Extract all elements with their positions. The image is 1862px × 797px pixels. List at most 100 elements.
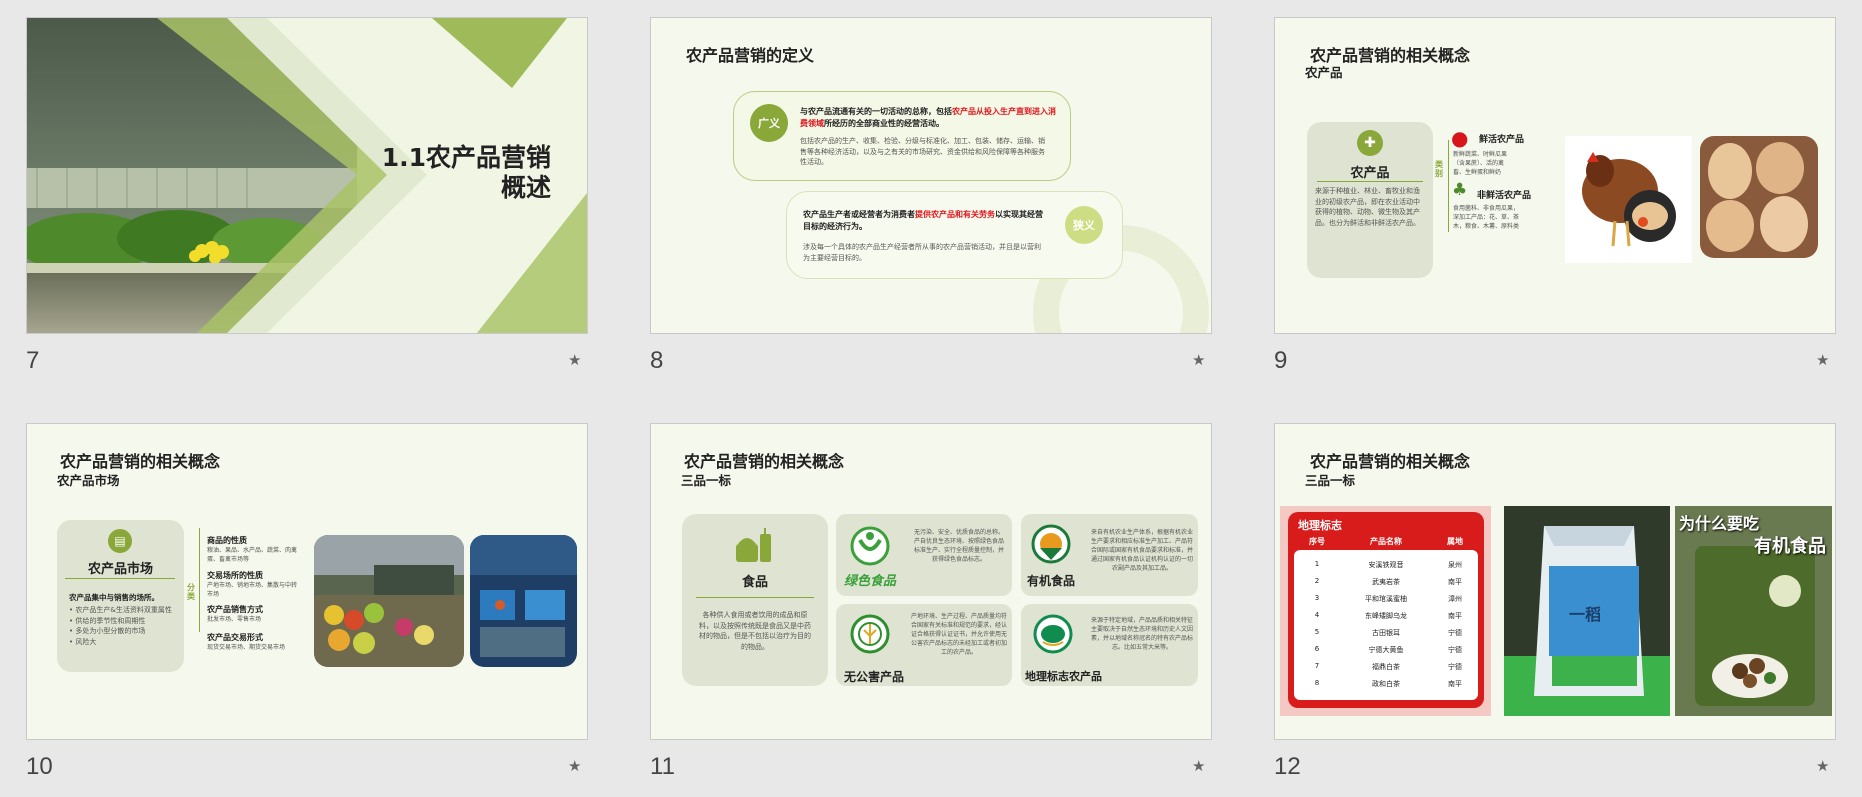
pollution-free-card: 无公害产品 产地环境、生产过程、产品质量均符合国家有关标准和规范的要求，经认证合…	[836, 604, 1012, 686]
product-card-text: 来源于种植业、林业、畜牧业和渔业的初级农产品，即在农业活动中获得的植物、动物、微…	[1315, 187, 1420, 227]
market-categories: 商品的性质 粮油、果品、水产品、蔬菜、肉禽蛋、畜禽市场等 交易场所的性质 产地市场、…	[207, 535, 302, 652]
star-icon[interactable]: ★	[1192, 351, 1205, 369]
apple-icon: ●	[1451, 126, 1469, 150]
table-row: 5 古田银耳 宁德	[1314, 628, 1462, 637]
seafood-photo	[470, 535, 577, 667]
market-bullets: • 农产品生产&生活资料双重属性 • 供给的季节性和周期性 • 多处为小型分散的…	[69, 605, 179, 647]
star-icon[interactable]: ★	[1816, 351, 1829, 369]
slide-number: 9	[1274, 347, 1288, 374]
bullet-item: • 风险大	[69, 637, 97, 646]
bracket	[199, 528, 200, 632]
narrow-lead-red: 提供农产品和有关劳务	[915, 210, 995, 219]
green-food-card: 绿色食品 无污染、安全、优质食品的总称。产自优良生态环境、按照绿色食品标准生产、…	[836, 514, 1012, 596]
category-label: 分类	[187, 583, 195, 601]
geo-text: 来源于特定地域，产品品质和相关特征主要取决于自然生态环境和历史人文因素，并以地域…	[1091, 617, 1194, 651]
slide-number: 10	[26, 753, 53, 780]
organic-logo-icon	[1031, 524, 1071, 564]
slide-canvas[interactable]: 农产品营销的相关概念 三品一标 地理标志 序号 产品名称 属地 1 安溪铁观音 泉州…	[1274, 423, 1836, 740]
green-food-logo-icon	[850, 526, 890, 566]
pollution-free-text: 产地环境、生产过程、产品质量均符合国家有关标准和规范的要求，经认证合格获得认证证…	[910, 613, 1007, 656]
slide-title: 农产品营销的相关概念	[1310, 452, 1471, 471]
slide-canvas[interactable]: 1.1农产品营销 概述	[26, 17, 588, 334]
slide-subtitle: 三品一标	[1305, 473, 1356, 488]
market-photo	[314, 535, 464, 667]
broad-detail: 包括农产品的生产、收集、检验、分级与标准化、加工、包装、储存、运输、销售等各种经…	[800, 137, 1045, 166]
category-item: 农产品交易形式 现货交易市场、期货交易市场	[207, 633, 286, 651]
slide-title: 农产品营销的相关概念	[60, 452, 221, 471]
market-card-lead: 农产品集中与销售的场所。	[69, 593, 159, 602]
divider	[65, 578, 175, 579]
broad-badge: 广义	[750, 104, 788, 142]
plus-icon: ✚	[1357, 130, 1383, 156]
food-text: 各种供人食用或者饮用的成品和原料，以及按照传统既是食品又是中药材的物品，但是不包…	[699, 611, 811, 651]
star-icon[interactable]: ★	[568, 351, 581, 369]
product-card-title: 农产品	[1350, 166, 1390, 181]
food-label: 食品	[741, 575, 768, 590]
geographic-indication-card: 地理标志农产品 来源于特定地域，产品品质和相关特征主要取决于自然生态环境和历史人…	[1021, 604, 1198, 686]
category-label: 类别	[1435, 160, 1443, 178]
table-row: 6 宁德大黄鱼 宁德	[1314, 645, 1462, 654]
slide-subtitle: 三品一标	[681, 473, 732, 488]
rice-brand-text: 一稻	[1569, 605, 1602, 624]
bullet-item: • 农产品生产&生活资料双重属性	[69, 606, 172, 614]
narrow-badge: 狭义	[1065, 206, 1103, 244]
slide-subtitle: 农产品	[1305, 65, 1343, 80]
divider	[696, 597, 814, 598]
narrow-definition-box: 农产品生产者或经营者为消费者提供农产品和有关劳务以实现其经营目标的经济行为。 涉…	[786, 191, 1123, 279]
slide-subtitle: 农产品市场	[57, 473, 120, 488]
star-icon[interactable]: ★	[1816, 757, 1829, 775]
broad-lead-2: 所经历的全部商业性的经营活动。	[824, 118, 944, 128]
table-row: 8 政和白茶 南平	[1314, 679, 1462, 688]
table-row: 4 东峰矮脚乌龙 南平	[1314, 611, 1462, 620]
green-food-label: 绿色食品	[844, 574, 897, 589]
slide-title: 1.1农产品营销 概述	[382, 143, 551, 203]
category-item: 农产品销售方式 批发市场、零售市场	[207, 605, 263, 623]
gi-table-rows: 1 安溪铁观音 泉州 2 武夷岩茶 南平 3 平和琯溪蜜柚 漳州 4 东峰矮脚乌龙 南平 5 古田…	[1294, 560, 1478, 696]
food-icon	[734, 526, 774, 566]
organic-food-card: 有机食品 来自有机农业生产体系，根据有机农业生产要求和相应标准生产加工、产品符合…	[1021, 514, 1198, 596]
star-icon[interactable]: ★	[1192, 757, 1205, 775]
gi-table-heading: 地理标志	[1298, 519, 1342, 532]
poultry-photo	[1700, 136, 1818, 258]
sprout-icon: ♣	[1452, 180, 1468, 200]
organic-food-photo: 为什么要吃 有机食品	[1675, 506, 1832, 716]
slide-canvas[interactable]: 农产品营销的相关概念 农产品市场 ▤ 农产品市场 农产品集中与销售的场所。 • …	[26, 423, 588, 740]
star-icon[interactable]: ★	[568, 757, 581, 775]
table-row: 7 福鼎白茶 宁德	[1314, 662, 1462, 671]
slide-canvas[interactable]: 农产品营销的相关概念 三品一标 食品 各种供人食用或者饮用的成品和原料，以及按照…	[650, 423, 1212, 740]
slide-canvas[interactable]: 农产品营销的相关概念 农产品 ✚ 农产品 来源于种植业、林业、畜牧业和渔业的初级…	[1274, 17, 1836, 334]
food-card: 食品 各种供人食用或者饮用的成品和原料，以及按照传统既是食品又是中药材的物品，但…	[682, 514, 828, 686]
bullet-item: • 供给的季节性和周期性	[69, 616, 146, 625]
table-row: 3 平和琯溪蜜柚 漳州	[1314, 594, 1462, 603]
gi-table-card: 地理标志 序号 产品名称 属地 1 安溪铁观音 泉州 2 武夷岩茶 南平 3 平和琯溪蜜柚…	[1280, 506, 1491, 716]
slide-number: 7	[26, 347, 40, 374]
slide-canvas[interactable]: 农产品营销的定义 广义 与农产品流通有关的一切活动的总称，包括农产品从投入生产直…	[650, 17, 1212, 334]
nonfresh-text: 食用菌科、非食用瓜果，深加工产品：花、草、茶木，粮食、木薯、原料类	[1453, 205, 1520, 230]
slide-title: 农产品营销的相关概念	[684, 452, 845, 471]
product-card: ✚ 农产品 来源于种植业、林业、畜牧业和渔业的初级农产品，即在农业活动中获得的植…	[1307, 122, 1433, 278]
narrow-detail: 涉及每一个具体的农产品生产经营者所从事的农产品营销活动，并且是以营利为主要经营目…	[803, 243, 1041, 262]
market-card: ▤ 农产品市场 农产品集中与销售的场所。 • 农产品生产&生活资料双重属性 • …	[57, 520, 184, 672]
geo-label: 地理标志农产品	[1025, 670, 1102, 683]
category-item: 交易场所的性质 产地市场、销地市场、集散与中转市场	[207, 571, 298, 598]
rice-bag-photo: 一稻	[1504, 506, 1670, 716]
broad-definition-box: 广义 与农产品流通有关的一切活动的总称，包括农产品从投入生产直到进入消费领域所经…	[733, 91, 1071, 181]
broad-lead: 与农产品流通有关的一切活动的总称，包括农产品从投入生产直到进入消费领域所经历的全…	[800, 106, 1058, 129]
banner-line1: 为什么要吃	[1679, 514, 1760, 533]
table-row: 2 武夷岩茶 南平	[1314, 577, 1462, 586]
fresh-label: 鲜活农产品	[1479, 135, 1525, 145]
slide-number: 8	[650, 347, 664, 374]
organic-label: 有机食品	[1027, 574, 1076, 588]
chicken-photo	[1565, 136, 1692, 263]
fresh-text: 新鲜蔬菜、时鲜瓜果（含果蔗）、活的禽畜、生鲜蛋和鲜奶	[1453, 151, 1508, 176]
pollution-free-logo-icon	[850, 614, 890, 654]
market-card-title: 农产品市场	[87, 562, 153, 577]
table-row: 1 安溪铁观音 泉州	[1314, 560, 1462, 569]
bullet-item: • 多处为小型分散的市场	[69, 627, 146, 635]
gi-table-header: 序号 产品名称 属地	[1309, 537, 1463, 546]
slide-number: 12	[1274, 753, 1301, 780]
clipboard-icon: ▤	[108, 529, 132, 553]
nonfresh-label: 非鲜活农产品	[1477, 191, 1532, 201]
slide-title-line1: 1.1农产品营销	[381, 143, 551, 172]
narrow-lead: 农产品生产者或经营者为消费者提供农产品和有关劳务以实现其经营目标的经济行为。	[803, 209, 1048, 232]
